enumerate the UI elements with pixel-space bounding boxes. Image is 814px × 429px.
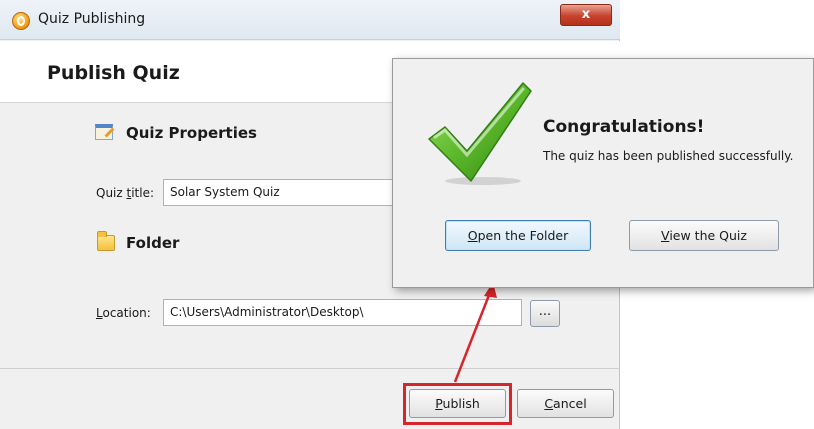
folder-icon xyxy=(97,231,115,251)
quiz-properties-heading: Quiz Properties xyxy=(126,124,257,142)
folder-heading: Folder xyxy=(126,234,180,252)
title-bar: Quiz Publishing x xyxy=(0,0,620,40)
congratulations-heading: Congratulations! xyxy=(543,117,705,137)
success-message: The quiz has been published successfully… xyxy=(543,149,794,163)
publish-highlight-box xyxy=(403,383,512,425)
location-input[interactable]: C:\Users\Administrator\Desktop\ xyxy=(163,299,522,326)
browse-button[interactable]: ... xyxy=(530,300,560,327)
quiz-app-icon xyxy=(12,12,30,30)
close-button[interactable]: x xyxy=(560,4,612,26)
footer-divider xyxy=(0,368,620,369)
open-folder-button[interactable]: Open the Folder xyxy=(445,220,591,251)
window-title: Quiz Publishing xyxy=(38,11,146,27)
view-quiz-button[interactable]: View the Quiz xyxy=(629,220,779,251)
quiz-title-label: Quiz title: xyxy=(96,186,155,200)
cancel-button[interactable]: Cancel xyxy=(517,389,614,418)
checkmark-icon xyxy=(428,82,532,185)
success-dialog: Congratulations! The quiz has been publi… xyxy=(392,58,814,288)
quiz-title-input[interactable]: Solar System Quiz xyxy=(163,179,403,206)
location-label: Location: xyxy=(96,306,151,320)
page-title: Publish Quiz xyxy=(47,62,180,84)
quiz-properties-icon xyxy=(95,124,113,140)
